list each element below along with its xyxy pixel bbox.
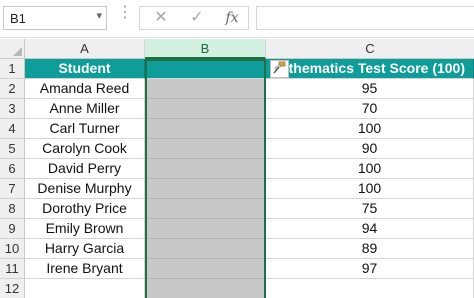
select-all-corner[interactable] <box>0 39 25 59</box>
score-cell[interactable]: 90 <box>266 139 474 159</box>
score-cell[interactable]: 100 <box>266 179 474 199</box>
blank-cell[interactable] <box>145 259 266 279</box>
blank-cell[interactable] <box>145 219 266 239</box>
score-cell[interactable]: 100 <box>266 159 474 179</box>
blank-cell[interactable] <box>145 279 266 298</box>
student-cell[interactable]: Amanda Reed <box>25 79 145 99</box>
header-cell-student[interactable]: Student <box>25 59 145 79</box>
student-cell[interactable]: Anne Miller <box>25 99 145 119</box>
blank-cell[interactable] <box>145 139 266 159</box>
column-header-c[interactable]: C <box>266 39 474 59</box>
row-header[interactable]: 11 <box>0 259 25 279</box>
empty-cell[interactable] <box>266 279 474 298</box>
row-header[interactable]: 8 <box>0 199 25 219</box>
column-header-a[interactable]: A <box>25 39 145 59</box>
blank-cell[interactable] <box>145 239 266 259</box>
student-cell[interactable]: Dorothy Price <box>25 199 145 219</box>
score-cell[interactable]: 70 <box>266 99 474 119</box>
student-cell[interactable]: Carolyn Cook <box>25 139 145 159</box>
select-all-icon <box>13 47 22 56</box>
score-cell[interactable]: 100 <box>266 119 474 139</box>
student-cell[interactable]: Irene Bryant <box>25 259 145 279</box>
cancel-icon[interactable]: ✕ <box>147 7 175 29</box>
paintbrush-icon <box>270 60 289 78</box>
paintbrush-glyph <box>273 61 286 74</box>
student-cell[interactable]: Emily Brown <box>25 219 145 239</box>
blank-cell[interactable] <box>145 179 266 199</box>
row-header[interactable]: 6 <box>0 159 25 179</box>
row-header[interactable]: 3 <box>0 99 25 119</box>
enter-icon[interactable]: ✓ <box>183 7 211 29</box>
blank-cell[interactable] <box>145 119 266 139</box>
formula-input[interactable] <box>256 6 474 30</box>
row-header[interactable]: 12 <box>0 279 25 298</box>
header-cell-blank[interactable] <box>145 59 266 79</box>
row-header[interactable]: 4 <box>0 119 25 139</box>
blank-cell[interactable] <box>145 99 266 119</box>
more-options-icon[interactable]: ⋮ <box>117 5 133 21</box>
blank-cell[interactable] <box>145 79 266 99</box>
name-box[interactable]: B1 ▾ <box>3 6 107 30</box>
header-cell-score[interactable]: athematics Test Score (100) <box>266 59 474 79</box>
row-header[interactable]: 7 <box>0 179 25 199</box>
student-cell[interactable]: Carl Turner <box>25 119 145 139</box>
student-cell[interactable]: David Perry <box>25 159 145 179</box>
score-cell[interactable]: 97 <box>266 259 474 279</box>
chevron-down-icon[interactable]: ▾ <box>96 9 102 22</box>
column-header-b[interactable]: B <box>145 39 266 59</box>
row-header[interactable]: 1 <box>0 59 25 79</box>
blank-cell[interactable] <box>145 159 266 179</box>
score-cell[interactable]: 89 <box>266 239 474 259</box>
row-header[interactable]: 10 <box>0 239 25 259</box>
score-cell[interactable]: 94 <box>266 219 474 239</box>
student-cell[interactable]: Denise Murphy <box>25 179 145 199</box>
name-box-value: B1 <box>10 11 26 26</box>
score-cell[interactable]: 95 <box>266 79 474 99</box>
row-header[interactable]: 5 <box>0 139 25 159</box>
formula-bar: B1 ▾ ⋮ ✕ ✓ fx <box>0 0 474 38</box>
formula-buttons: ✕ ✓ fx <box>139 6 249 30</box>
score-cell[interactable]: 75 <box>266 199 474 219</box>
student-cell[interactable]: Harry Garcia <box>25 239 145 259</box>
row-header[interactable]: 9 <box>0 219 25 239</box>
blank-cell[interactable] <box>145 199 266 219</box>
empty-cell[interactable] <box>25 279 145 298</box>
row-header[interactable]: 2 <box>0 79 25 99</box>
insert-function-icon[interactable]: fx <box>218 7 246 29</box>
